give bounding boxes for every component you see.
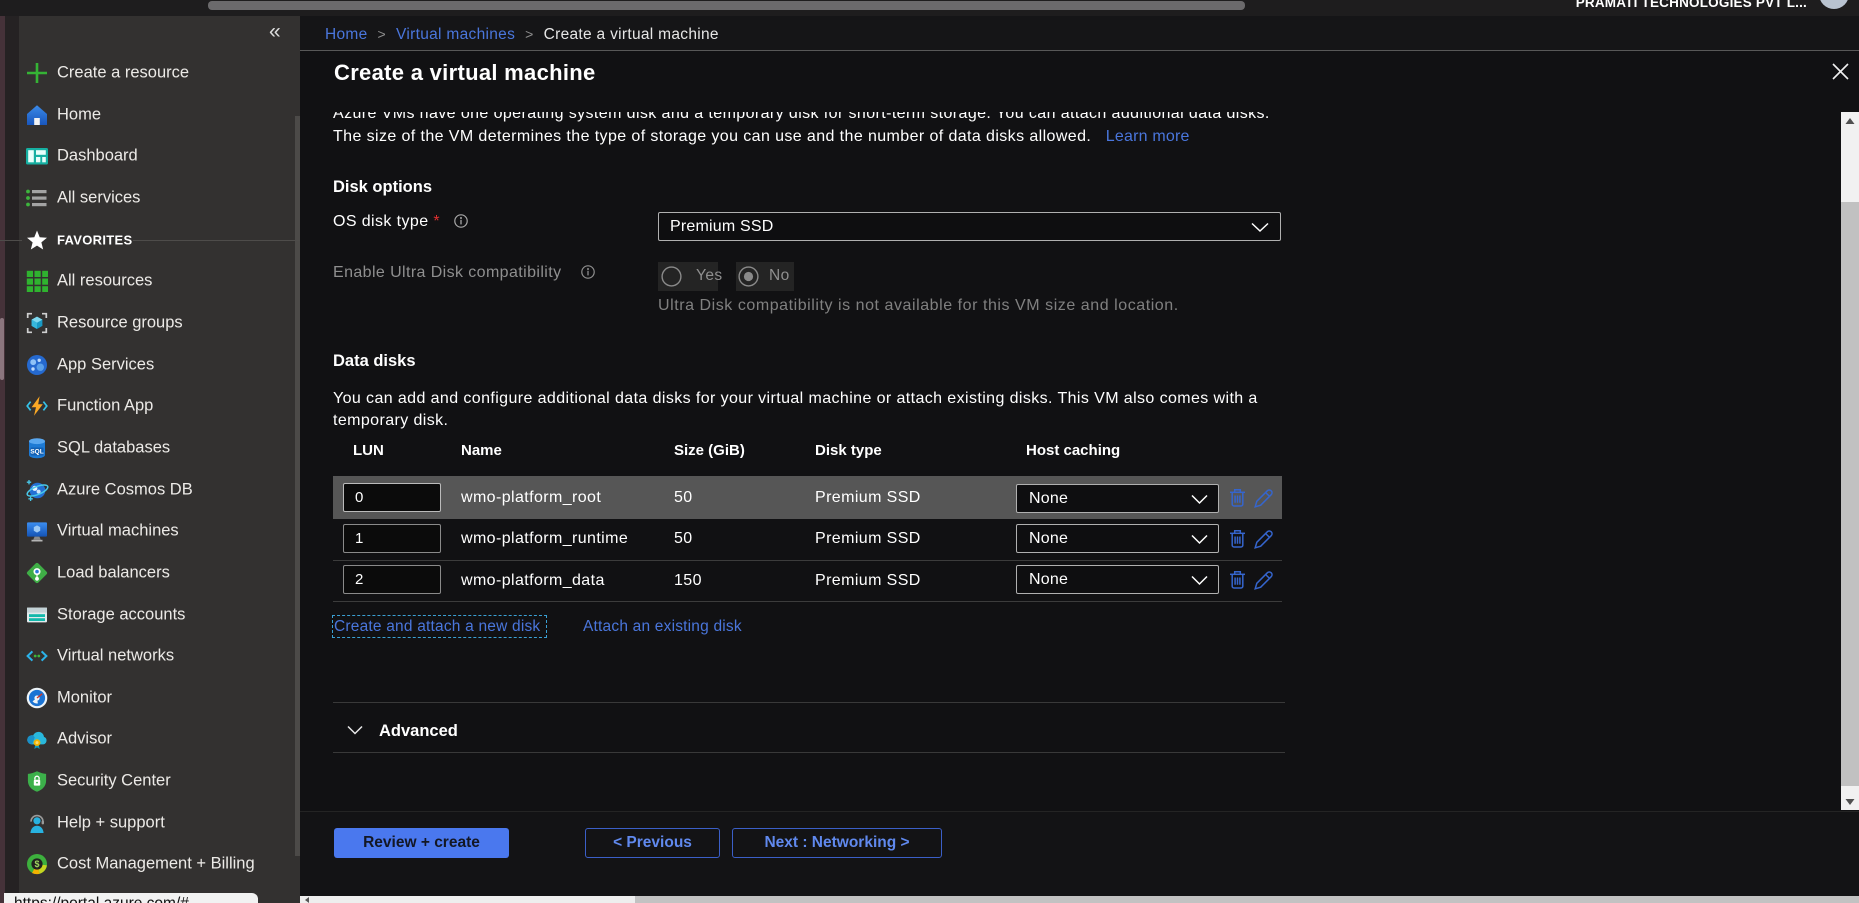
svg-text:SQL: SQL (30, 448, 43, 455)
svg-text:$: $ (34, 860, 39, 870)
